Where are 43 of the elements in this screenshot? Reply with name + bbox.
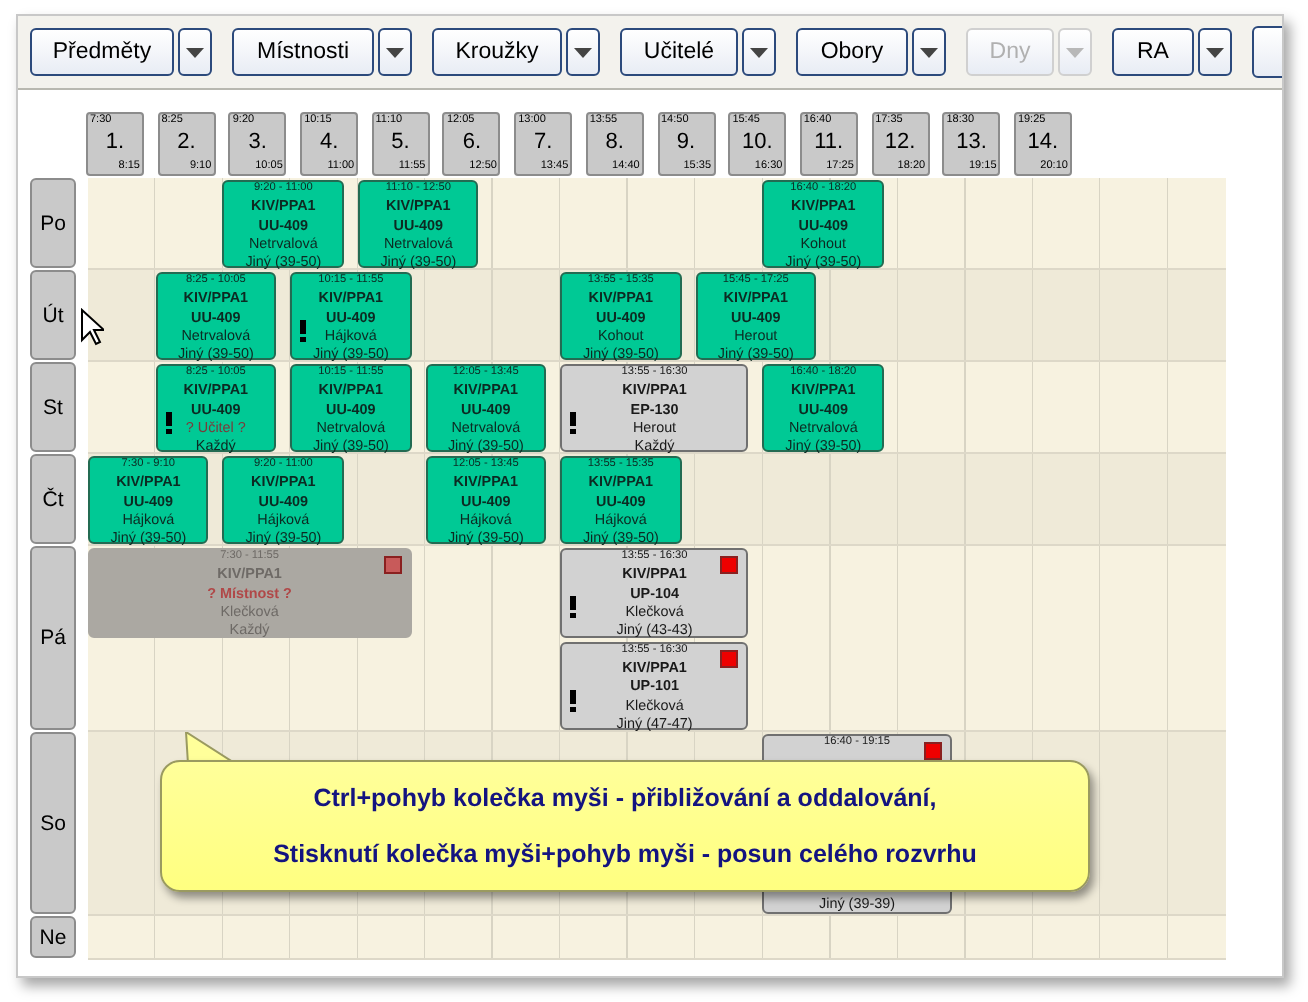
- period-number: 8.: [603, 128, 626, 158]
- dropdown-button[interactable]: [566, 28, 600, 76]
- day-label: Po: [30, 178, 76, 268]
- period-number: 3.: [246, 128, 269, 158]
- filter-button[interactable]: Obory: [796, 28, 908, 76]
- day-label: Čt: [30, 454, 76, 544]
- period-number: 5.: [389, 128, 412, 158]
- tooltip-text: Ctrl+pohyb kolečka myši - přibližování a oddalování,: [313, 784, 937, 812]
- filter-button[interactable]: Kroužky: [432, 28, 562, 76]
- caret-icon: [386, 47, 404, 57]
- tooltip-text: Stisknutí kolečka myši+pohyb myši - posun celého rozvrhu: [273, 840, 977, 868]
- period-number: 1.: [103, 128, 127, 158]
- caret-icon: [186, 47, 204, 57]
- caret-icon: [1206, 47, 1224, 57]
- dropdown-button[interactable]: [178, 28, 212, 76]
- day-label: Ne: [30, 916, 76, 958]
- period-number: 7.: [532, 128, 555, 158]
- day-label: Pá: [30, 546, 76, 730]
- dropdown-button[interactable]: [742, 28, 776, 76]
- caret-icon: [1066, 47, 1084, 57]
- day-label: Út: [30, 270, 76, 360]
- filter-button[interactable]: Předměty: [30, 28, 174, 76]
- caret-icon: [750, 47, 768, 57]
- period-number: 11.: [812, 128, 846, 158]
- filter-button[interactable]: Učitelé: [620, 28, 738, 76]
- day-label: St: [30, 362, 76, 452]
- caret-icon: [920, 47, 938, 57]
- caret-icon: [574, 47, 592, 57]
- period-number: 10.: [740, 128, 775, 158]
- mouse-cursor-icon: [80, 308, 104, 346]
- period-number: 9.: [674, 128, 698, 158]
- filter-button[interactable]: Místnosti: [232, 28, 374, 76]
- period-number: 6.: [460, 128, 484, 158]
- day-label: So: [30, 732, 76, 914]
- dropdown-button[interactable]: [1198, 28, 1232, 76]
- dropdown-button[interactable]: [378, 28, 412, 76]
- filter-button[interactable]: RA: [1112, 28, 1194, 76]
- dropdown-button[interactable]: [912, 28, 946, 76]
- period-number: 2.: [175, 128, 198, 158]
- period-number: 4.: [317, 128, 341, 158]
- period-number: 13.: [954, 128, 989, 158]
- period-number: 14.: [1025, 128, 1061, 158]
- period-number: 12.: [882, 128, 918, 158]
